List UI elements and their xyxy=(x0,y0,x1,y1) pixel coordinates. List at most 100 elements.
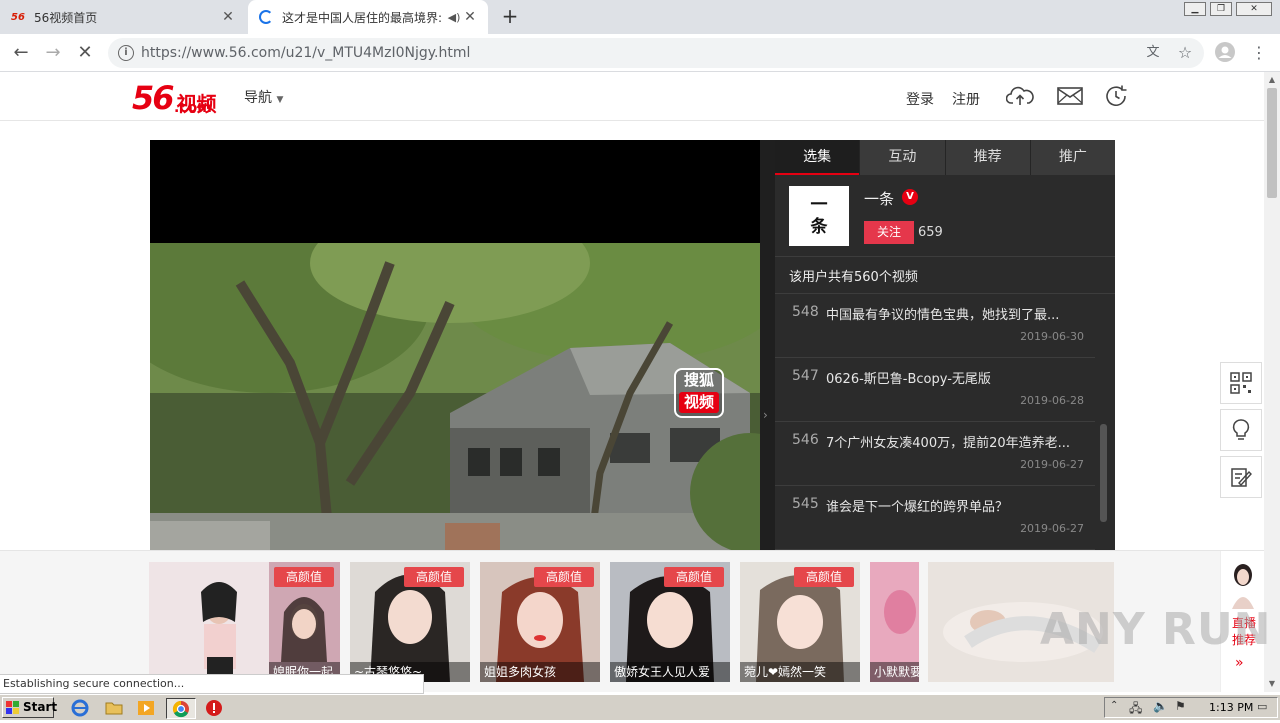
item-date: 2019-06-27 xyxy=(1020,458,1084,471)
close-tab-icon[interactable]: ✕ xyxy=(462,9,478,25)
page-scrollbar[interactable]: ▲ ▼ xyxy=(1264,72,1280,692)
streamer-card[interactable]: 高颜值 姐姐多肉女孩 xyxy=(480,562,600,682)
item-title[interactable]: 谁会是下一个爆红的跨界单品？ xyxy=(826,496,1078,515)
streamer-caption: 菀儿❤嫣然一笑 xyxy=(740,662,860,682)
follow-button[interactable]: 关注 xyxy=(864,221,914,244)
profile-avatar-icon[interactable] xyxy=(1214,42,1236,64)
minimize-window-button[interactable]: ▁ xyxy=(1184,2,1206,16)
feedback-idea-button[interactable] xyxy=(1220,409,1262,451)
site-header: 56 视频 .com 导航 ▼ 登录 注册 xyxy=(0,72,1264,121)
flag-icon[interactable]: ⚑ xyxy=(1175,699,1186,713)
chevron-right-icon: › xyxy=(763,408,768,422)
caret-down-icon: ▼ xyxy=(276,95,284,105)
tab-video-page[interactable]: 这才是中国人居住的最高境界: ◀) ✕ xyxy=(248,0,488,34)
video-player[interactable]: 搜狐 视频 xyxy=(150,140,760,550)
system-tray: ⌃ 🖧 🔈 ⚑ 1:13 PM ▭ xyxy=(1104,697,1278,718)
site-favicon-icon: 56 xyxy=(11,11,25,23)
item-title[interactable]: 7个广州女友凑400万，提前20年造养老... xyxy=(826,432,1078,451)
double-chevron-right-icon[interactable]: » xyxy=(1235,655,1244,671)
clock: 1:13 PM xyxy=(1209,701,1254,714)
windows-taskbar: Start ⌃ 🖧 🔈 ⚑ 1:13 PM ▭ xyxy=(0,694,1280,720)
mail-icon[interactable] xyxy=(1056,84,1084,108)
ie-icon[interactable] xyxy=(70,698,92,718)
video-frame[interactable]: 搜狐 视频 xyxy=(150,243,760,550)
stop-sign-icon[interactable] xyxy=(204,698,226,718)
tab-interaction[interactable]: 互动 xyxy=(859,140,945,175)
tab-56-home[interactable]: 56 56视频首页 ✕ xyxy=(0,0,246,34)
author-name[interactable]: 一条 xyxy=(864,188,894,209)
scroll-down-arrow-icon[interactable]: ▼ xyxy=(1264,676,1280,692)
folder-icon[interactable] xyxy=(104,698,126,718)
network-icon[interactable]: 🖧 xyxy=(1129,699,1142,720)
qrcode-button[interactable] xyxy=(1220,362,1262,404)
list-item[interactable]: 546 7个广州女友凑400万，提前20年造养老... 2019-06-27 xyxy=(775,422,1095,486)
status-bubble: Establishing secure connection... xyxy=(0,674,424,694)
login-link[interactable]: 登录 xyxy=(906,89,934,109)
tab-title: 56视频首页 xyxy=(34,10,98,25)
browser-toolbar: ← → ✕ i https://www.56.com/u21/v_MTU4MzI… xyxy=(0,34,1280,72)
edit-button[interactable] xyxy=(1220,456,1262,498)
address-bar[interactable]: i https://www.56.com/u21/v_MTU4MzI0Njgy.… xyxy=(108,38,1204,68)
bookmark-star-icon[interactable]: ☆ xyxy=(1174,42,1196,64)
close-window-button[interactable]: ✕ xyxy=(1236,2,1272,16)
avatar-text-line: 一 xyxy=(810,195,828,215)
sohu-video-watermark: 搜狐 视频 xyxy=(674,368,724,418)
nav-dropdown[interactable]: 导航 ▼ xyxy=(244,87,283,107)
streamer-card[interactable] xyxy=(149,562,269,682)
site-info-icon[interactable]: i xyxy=(118,45,134,61)
list-item[interactable]: 545 谁会是下一个爆红的跨界单品？ 2019-06-27 xyxy=(775,486,1095,550)
watermark-top-text: 搜狐 xyxy=(683,371,714,389)
list-scrollbar[interactable] xyxy=(1100,424,1107,522)
list-item[interactable]: 548 中国最有争议的情色宝典，她找到了最... 2019-06-30 xyxy=(775,294,1095,358)
audio-icon[interactable]: ◀) xyxy=(446,11,462,24)
chrome-taskbar-button[interactable] xyxy=(166,698,196,719)
tab-promotion[interactable]: 推广 xyxy=(1029,140,1115,175)
streamer-card[interactable]: 高颜值 傲娇女王人见人爱 xyxy=(610,562,730,682)
back-arrow-icon[interactable]: ← xyxy=(8,40,34,66)
volume-icon[interactable]: 🔈 xyxy=(1153,699,1168,713)
logo-number: 56 xyxy=(132,79,175,117)
scroll-up-arrow-icon[interactable]: ▲ xyxy=(1264,72,1280,88)
item-title[interactable]: 中国最有争议的情色宝典，她找到了最... xyxy=(826,304,1078,323)
url-text[interactable]: https://www.56.com/u21/v_MTU4MzI0Njgy.ht… xyxy=(141,45,470,61)
site-logo[interactable]: 56 视频 .com xyxy=(132,78,217,117)
logo-domain: .com xyxy=(174,100,212,116)
loading-spinner-icon xyxy=(258,9,274,25)
lightbulb-icon xyxy=(1232,419,1250,440)
streamer-caption: 姐姐多肉女孩 xyxy=(480,662,600,682)
item-title[interactable]: 0626-斯巴鲁-Bcopy-无尾版 xyxy=(826,368,1078,387)
show-desktop-icon[interactable]: ▭ xyxy=(1257,700,1267,713)
video-count-text: 该用户共有560个视频 xyxy=(789,270,918,285)
close-tab-icon[interactable]: ✕ xyxy=(220,9,236,25)
media-player-icon[interactable] xyxy=(136,698,158,718)
menu-dots-icon[interactable]: ⋮ xyxy=(1248,42,1270,64)
streamer-card[interactable]: 高颜值 菀儿❤嫣然一笑 xyxy=(740,562,860,682)
new-tab-button[interactable]: + xyxy=(498,5,522,29)
restore-window-button[interactable]: ❐ xyxy=(1210,2,1232,16)
register-link[interactable]: 注册 xyxy=(952,89,980,109)
scrollbar-thumb[interactable] xyxy=(1267,88,1277,198)
list-item[interactable]: 547 0626-斯巴鲁-Bcopy-无尾版 2019-06-28 xyxy=(775,358,1095,422)
upload-cloud-icon[interactable] xyxy=(1005,84,1034,108)
chrome-icon xyxy=(172,700,189,718)
history-icon[interactable] xyxy=(1102,84,1130,108)
author-avatar[interactable]: 一 条 xyxy=(789,186,849,246)
translate-icon[interactable]: 文 xyxy=(1142,42,1164,64)
item-number: 545 xyxy=(792,496,819,512)
tray-expand-icon[interactable]: ⌃ xyxy=(1110,700,1118,711)
browser-tab-bar: 56 56视频首页 ✕ 这才是中国人居住的最高境界: ◀) ✕ + ▁ ❐ ✕ xyxy=(0,0,1280,34)
windows-logo-icon xyxy=(6,701,19,714)
streamer-card[interactable]: 高颜值 ~古琴悠悠~ xyxy=(350,562,470,682)
tab-title: 这才是中国人居住的最高境界: xyxy=(282,10,443,25)
badge-label: 高颜值 xyxy=(664,567,724,587)
streamer-card[interactable]: 高颜值 媳眠你一起 xyxy=(269,562,340,682)
forward-arrow-icon[interactable]: → xyxy=(40,40,66,66)
panel-collapse-handle[interactable]: › xyxy=(760,140,775,550)
stop-loading-icon[interactable]: ✕ xyxy=(72,40,98,66)
badge-label: 高颜值 xyxy=(534,567,594,587)
tab-episodes[interactable]: 选集 xyxy=(775,140,860,175)
tab-recommend[interactable]: 推荐 xyxy=(944,140,1030,175)
start-button[interactable]: Start xyxy=(2,697,57,718)
qrcode-icon xyxy=(1230,372,1252,394)
streamer-card[interactable]: 小默默要 xyxy=(870,562,919,682)
